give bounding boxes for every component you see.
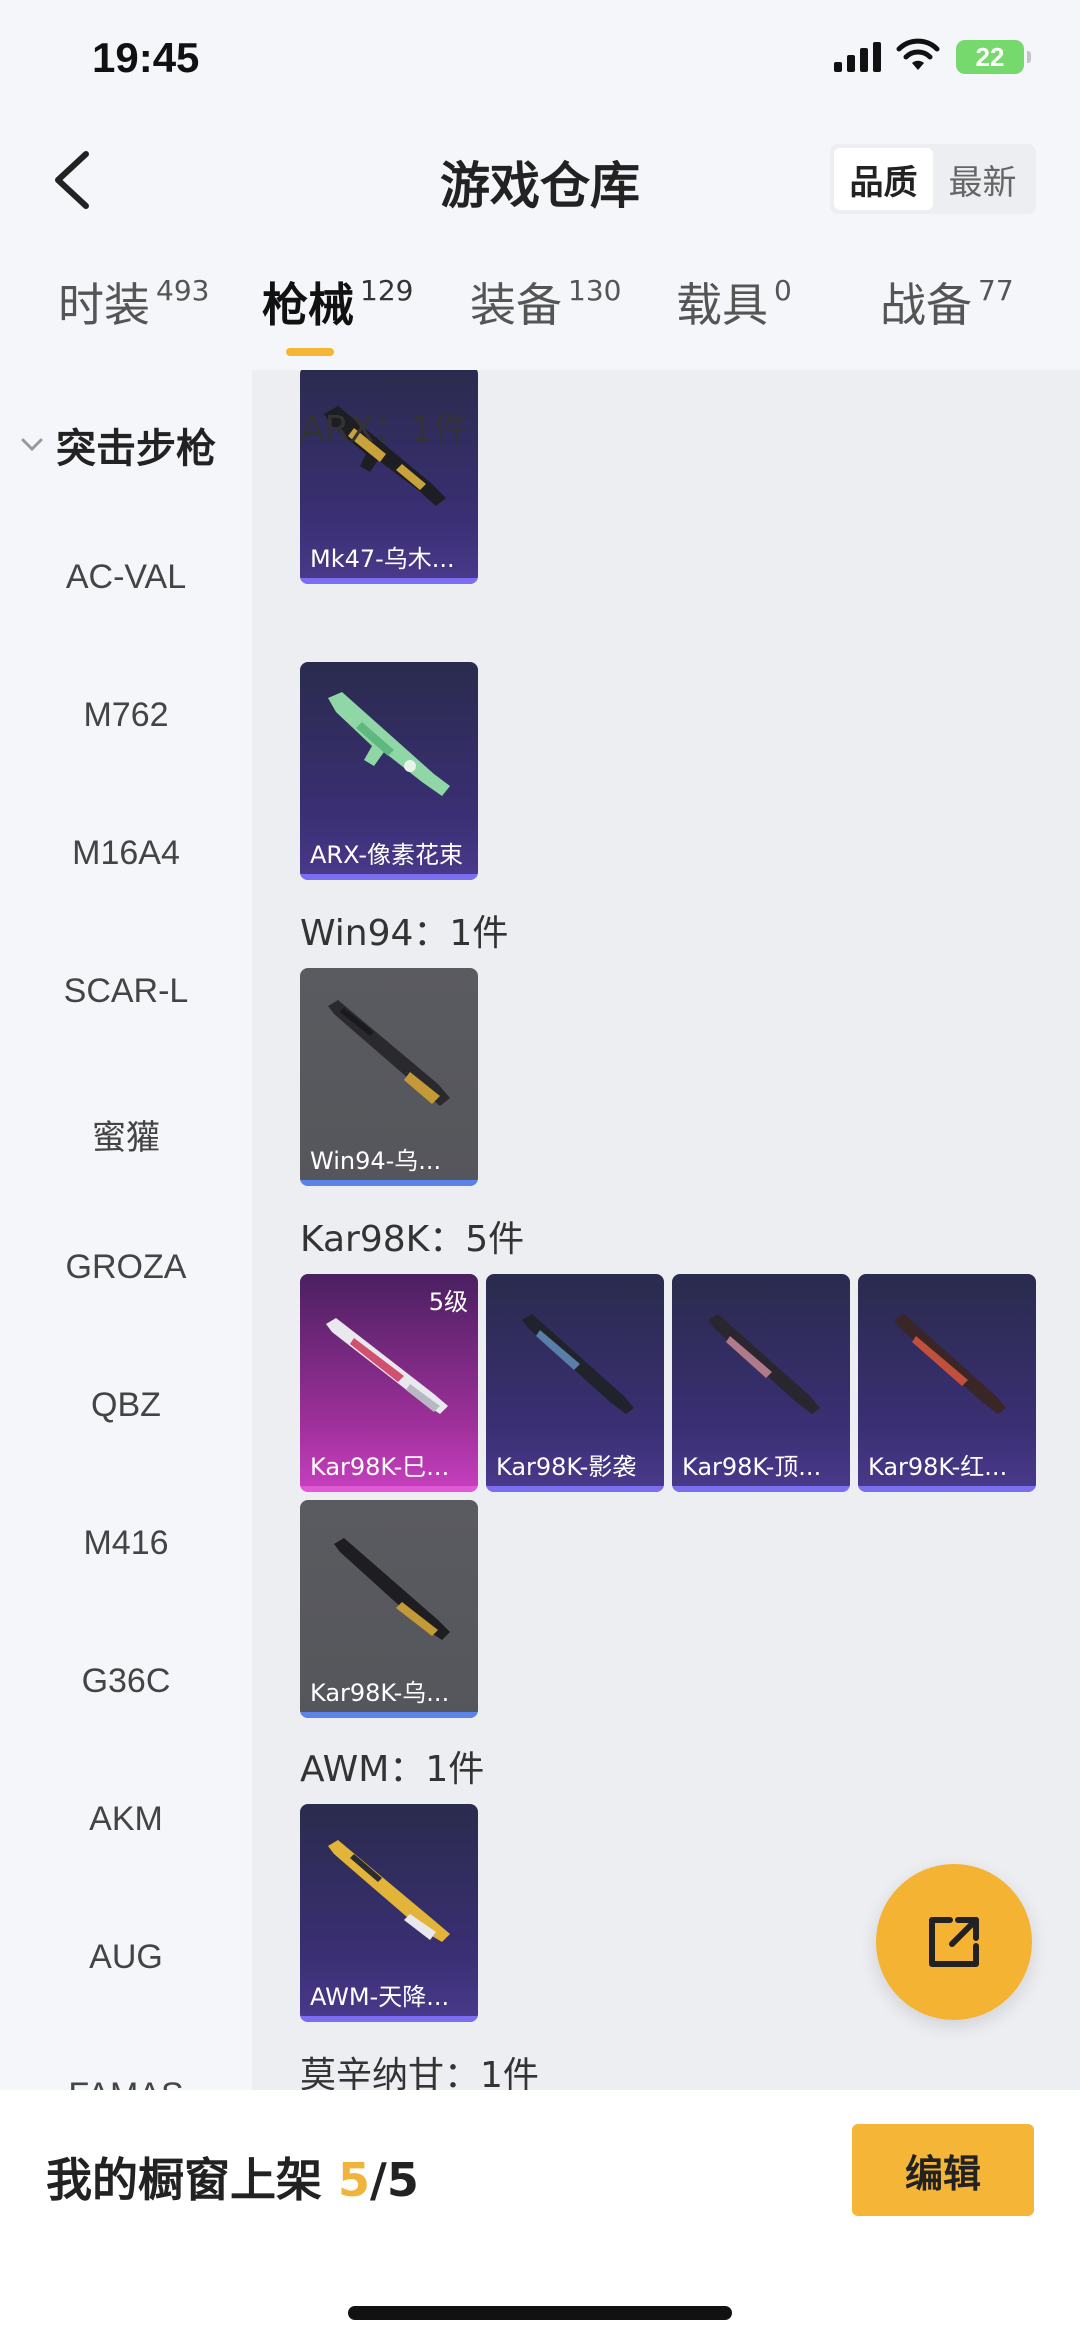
sidebar-item[interactable]: QBZ: [0, 1386, 252, 1425]
category-tabs: 时装 493 枪械 129 装备 130 载具 0 战备 77: [0, 262, 1080, 362]
weapon-name: Win94-乌...: [310, 1147, 442, 1175]
sidebar-group-label: 突击步枪: [56, 426, 216, 472]
sidebar-item[interactable]: AUG: [0, 1938, 252, 1977]
tab-count: 77: [978, 274, 1014, 307]
weapon-name: ARX-像素花束: [310, 841, 463, 869]
rarity-strip: [858, 1486, 1036, 1492]
showcase-label: 我的橱窗上架: [46, 2153, 322, 2207]
sidebar-item[interactable]: SCAR-L: [0, 972, 252, 1011]
sidebar-item[interactable]: 蜜獾: [0, 1110, 252, 1159]
showcase-bar: 我的橱窗上架 5/5 编辑: [0, 2090, 1080, 2339]
rifle-icon: [334, 1538, 450, 1640]
weapon-inventory: Mk47-乌木... ARX：1件 ARX-像素花束 Win94：1件 Win9…: [252, 370, 1080, 2090]
tab-label: 载具: [676, 278, 768, 332]
tab-count: 129: [360, 274, 414, 307]
chevron-down-icon: [21, 438, 43, 452]
tab-count: 130: [568, 274, 622, 307]
weapon-name: Kar98K-巳...: [310, 1453, 450, 1481]
status-bar: 19:45 22: [0, 0, 1080, 120]
showcase-status: 我的橱窗上架 5/5: [46, 2144, 419, 2210]
section-title: Kar98K：5件: [300, 1219, 525, 1260]
rarity-strip: [300, 1486, 478, 1492]
sidebar-item[interactable]: GROZA: [0, 1248, 252, 1287]
tab-label: 枪械: [262, 278, 354, 332]
rifle-icon: [328, 1840, 450, 1942]
weapon-card[interactable]: Win94-乌...: [300, 968, 478, 1186]
weapon-level-badge: 5级: [428, 1288, 468, 1316]
tab-count: 493: [156, 274, 210, 307]
tab-label: 战备: [880, 278, 972, 332]
sort-newest-option[interactable]: 最新: [933, 148, 1032, 210]
weapon-name: Kar98K-顶...: [682, 1453, 822, 1481]
rarity-strip: [300, 2016, 478, 2022]
weapon-card[interactable]: Kar98K-顶...: [672, 1274, 850, 1492]
section-title: AWM：1件: [300, 1749, 485, 1790]
home-indicator: [348, 2306, 732, 2320]
rarity-strip: [300, 578, 478, 584]
battery-icon: 22: [956, 40, 1031, 74]
weapon-name: AWM-天降...: [310, 1983, 450, 2011]
tab-equipment[interactable]: 装备 130: [470, 262, 621, 362]
rarity-strip: [672, 1486, 850, 1492]
tab-supplies[interactable]: 战备 77: [880, 262, 1014, 362]
weapon-card[interactable]: Kar98K-红...: [858, 1274, 1036, 1492]
weapon-type-sidebar: 突击步枪 AC-VAL M762 M16A4 SCAR-L 蜜獾 GROZA Q…: [0, 370, 252, 2090]
rarity-strip: [300, 874, 478, 880]
sidebar-item[interactable]: AC-VAL: [0, 558, 252, 597]
tab-count: 0: [774, 274, 792, 307]
rifle-icon: [328, 1000, 450, 1106]
share-button[interactable]: [876, 1864, 1032, 2020]
showcase-count: 5: [338, 2153, 371, 2207]
sidebar-item[interactable]: M16A4: [0, 834, 252, 873]
tab-label: 时装: [58, 278, 150, 332]
sort-quality-option[interactable]: 品质: [834, 148, 933, 210]
rifle-icon: [328, 692, 450, 796]
sidebar-item[interactable]: AKM: [0, 1800, 252, 1839]
battery-level: 22: [975, 41, 1005, 72]
tab-label: 装备: [470, 278, 562, 332]
back-button[interactable]: [42, 140, 102, 220]
active-tab-indicator: [286, 348, 334, 356]
tab-vehicles[interactable]: 载具 0: [676, 262, 792, 362]
edit-button[interactable]: 编辑: [852, 2124, 1034, 2216]
share-icon: [929, 1917, 979, 1967]
weapon-name: Kar98K-影袭: [496, 1453, 637, 1481]
weapon-card[interactable]: AWM-天降...: [300, 1804, 478, 2022]
status-time: 19:45: [92, 34, 200, 81]
sidebar-item[interactable]: M762: [0, 696, 252, 735]
weapon-name: Kar98K-红...: [868, 1453, 1008, 1481]
sidebar-item[interactable]: FAMAS: [0, 2076, 252, 2090]
rarity-strip: [486, 1486, 664, 1492]
wifi-icon: [896, 38, 940, 70]
showcase-total: /5: [370, 2153, 419, 2207]
rifle-icon: [708, 1314, 820, 1414]
section-title: Win94：1件: [300, 913, 509, 954]
tab-firearms[interactable]: 枪械 129: [262, 262, 413, 362]
weapon-card[interactable]: ARX-像素花束: [300, 662, 478, 880]
section-title: ARX：1件: [300, 409, 470, 450]
rifle-icon: [894, 1314, 1006, 1414]
weapon-name: Mk47-乌木...: [310, 545, 455, 573]
weapon-card[interactable]: 5级 Kar98K-巳...: [300, 1274, 478, 1492]
sidebar-item[interactable]: G36C: [0, 1662, 252, 1701]
sidebar-group-assault-rifles[interactable]: 突击步枪: [18, 416, 216, 474]
rarity-strip: [300, 1180, 478, 1186]
weapon-card[interactable]: Kar98K-乌...: [300, 1500, 478, 1718]
rifle-icon: [522, 1314, 634, 1414]
weapon-card[interactable]: Kar98K-影袭: [486, 1274, 664, 1492]
rarity-strip: [300, 1712, 478, 1718]
section-title: 莫辛纳甘：1件: [300, 2055, 539, 2090]
tab-fashion[interactable]: 时装 493: [58, 262, 209, 362]
weapon-name: Kar98K-乌...: [310, 1679, 450, 1707]
sidebar-item[interactable]: M416: [0, 1524, 252, 1563]
sort-toggle: 品质 最新: [830, 144, 1036, 214]
signal-icon: [834, 42, 881, 72]
